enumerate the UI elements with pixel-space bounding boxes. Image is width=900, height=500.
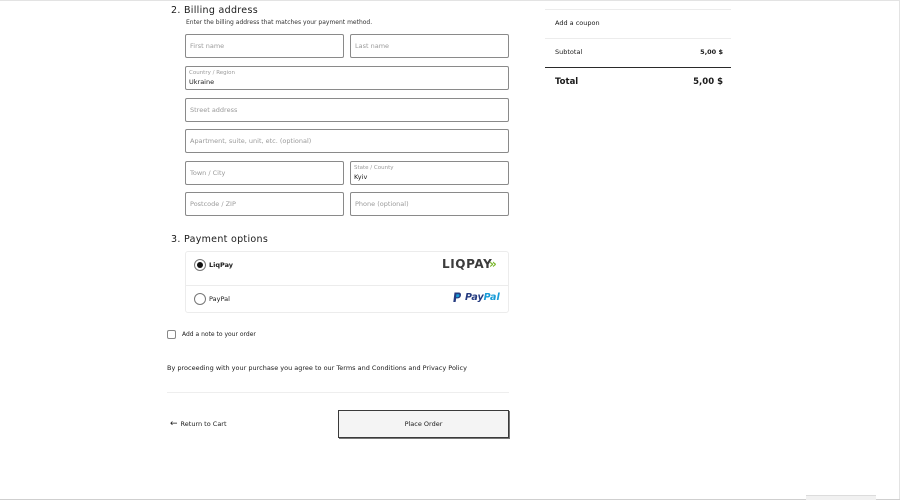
town-city-placeholder: Town / City (190, 169, 226, 177)
add-note-label[interactable]: Add a note to your order (182, 331, 256, 338)
total-label: Total (555, 77, 579, 87)
state-county-label: State / County (354, 165, 394, 171)
top-border (0, 0, 900, 1)
liqpay-label[interactable]: LiqPay (209, 261, 233, 269)
return-to-cart-label: Return to Cart (180, 420, 227, 428)
subtotal-label: Subtotal (555, 48, 583, 56)
total-value: 5,00 $ (693, 77, 723, 87)
billing-address-title: 2. Billing address (171, 5, 258, 16)
billing-address-description: Enter the billing address that matches y… (186, 19, 373, 26)
paypal-logo-pal: Pal (483, 292, 500, 303)
actions-divider (167, 392, 509, 393)
country-label: Country / Region (189, 70, 236, 76)
paypal-icon (453, 292, 462, 302)
summary-top-divider (545, 9, 731, 10)
liqpay-logo-arrows: » (489, 257, 497, 271)
subtotal-value: 5,00 $ (700, 48, 723, 56)
add-note-checkbox[interactable] (167, 330, 176, 339)
last-name-field[interactable]: Last name (350, 34, 509, 58)
liqpay-logo: LIQPAY (442, 257, 493, 271)
apartment-field[interactable]: Apartment, suite, unit, etc. (optional) (185, 129, 509, 153)
arrow-left-icon: ← (170, 418, 178, 429)
last-name-placeholder: Last name (355, 42, 390, 50)
apartment-placeholder: Apartment, suite, unit, etc. (optional) (190, 137, 312, 145)
place-order-button[interactable]: Place Order (338, 410, 509, 438)
summary-coupon-divider (545, 38, 731, 39)
country-value: Ukraine (189, 78, 215, 86)
liqpay-radio[interactable] (194, 259, 206, 271)
paypal-radio[interactable] (194, 293, 206, 305)
street-address-placeholder: Street address (190, 106, 238, 114)
country-select[interactable]: Country / Region Ukraine (185, 66, 509, 90)
add-coupon-link[interactable]: Add a coupon (555, 19, 600, 27)
first-name-placeholder: First name (190, 42, 225, 50)
state-county-select[interactable]: State / County Kyiv (350, 161, 509, 185)
payment-divider (185, 285, 509, 286)
paypal-label[interactable]: PayPal (209, 295, 230, 303)
bottom-scroll-tab (806, 495, 876, 500)
state-county-value: Kyiv (354, 173, 368, 181)
postcode-placeholder: Postcode / ZIP (190, 200, 236, 208)
return-to-cart-link[interactable]: ← Return to Cart (170, 418, 227, 429)
paypal-logo: PayPal (465, 292, 500, 303)
payment-options-title: 3. Payment options (171, 234, 269, 245)
postcode-field[interactable]: Postcode / ZIP (185, 192, 344, 216)
phone-placeholder: Phone (optional) (355, 200, 409, 208)
phone-field[interactable]: Phone (optional) (350, 192, 509, 216)
street-address-field[interactable]: Street address (185, 98, 509, 122)
town-city-field[interactable]: Town / City (185, 161, 344, 185)
terms-notice: By proceeding with your purchase you agr… (167, 364, 467, 372)
first-name-field[interactable]: First name (185, 34, 344, 58)
paypal-logo-pay: Pay (465, 292, 484, 303)
summary-total-divider (545, 67, 731, 68)
